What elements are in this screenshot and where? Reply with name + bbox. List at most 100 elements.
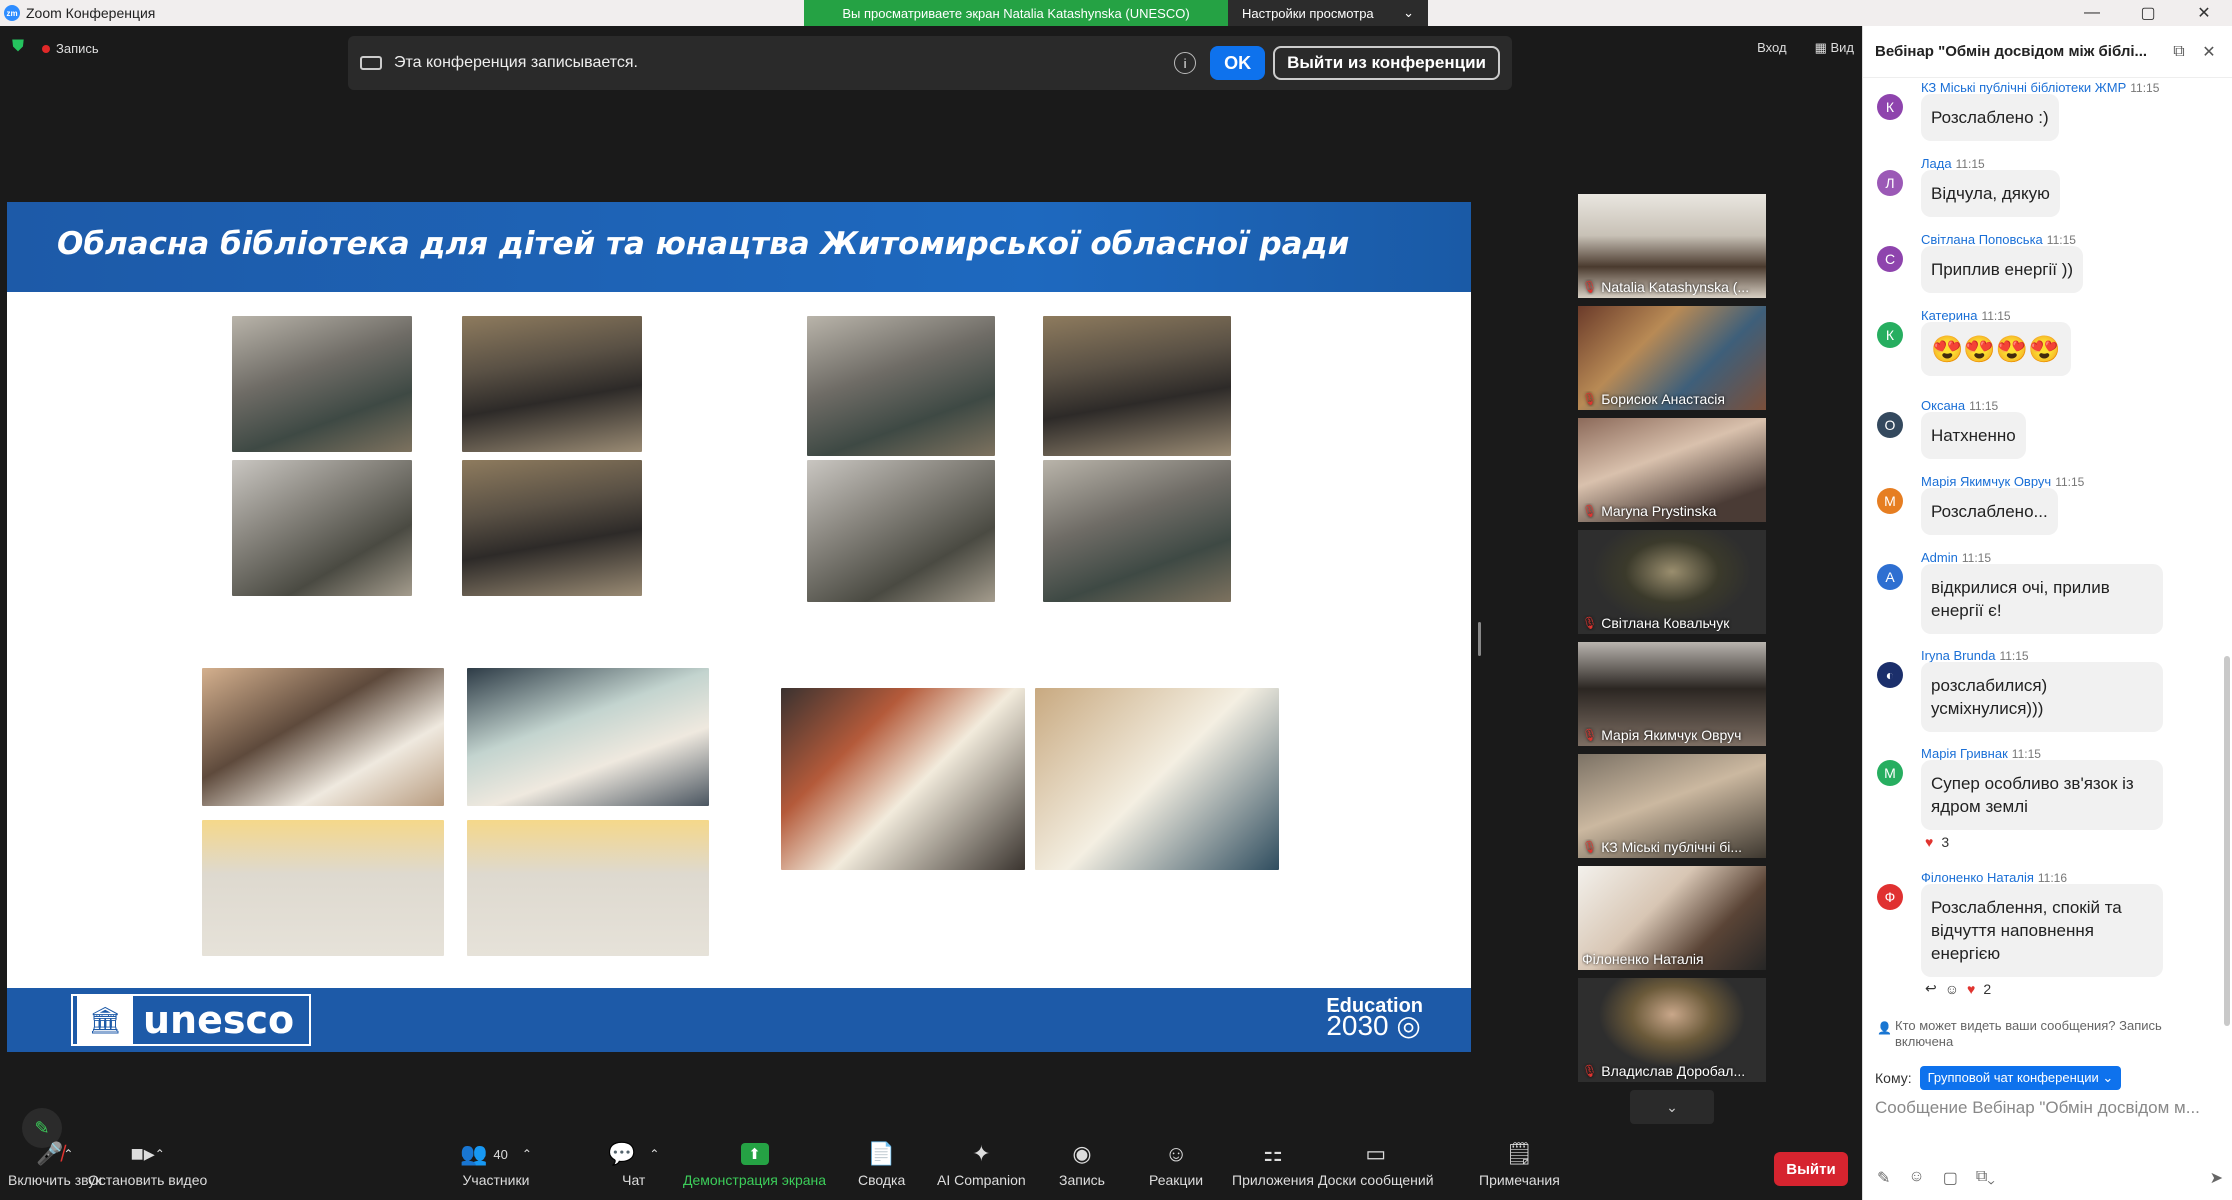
view-options-button[interactable]: Настройки просмотра ⌄ [1228,0,1428,26]
leave-button[interactable]: Выйти [1774,1152,1848,1186]
split-divider-handle[interactable] [1478,622,1481,656]
slide-photo [1035,688,1279,870]
sender-name[interactable]: КЗ Міські публічні бібліотеки ЖМР [1921,80,2126,95]
whiteboards-label: Доски сообщений [1318,1172,1434,1188]
emoji-icon[interactable]: ☺ [1908,1168,1924,1188]
gallery-scroll-down-button[interactable]: ⌄ [1630,1090,1714,1124]
notes-button[interactable]: 🗒 Примечания [1479,1138,1560,1188]
chat-label: Чат [622,1172,646,1188]
temple-icon: 🏛 [77,996,133,1044]
sender-name[interactable]: Марія Якимчук Овруч [1921,474,2051,489]
sender-line: Світлана Поповська 11:15 [1921,232,2076,247]
participant-tile[interactable]: 🎙 Борисюк Анастасія [1578,306,1766,410]
sender-name[interactable]: Admin [1921,550,1958,565]
sender-line: Iryna Brunda 11:15 [1921,648,2029,663]
maximize-button[interactable]: ▢ [2120,0,2176,26]
participant-tile[interactable]: 🎙 Maryna Prystinska [1578,418,1766,522]
smiley-add-icon: ☺ [1164,1141,1188,1166]
participant-tile[interactable]: 🎙 Марія Якимчук Овруч [1578,642,1766,746]
screenshot-icon[interactable]: ⧉⌄ [1976,1168,1995,1188]
participant-name: 🎙 Марія Якимчук Овруч [1582,727,1762,743]
participant-tile-active-speaker[interactable]: Філоненко Наталія [1578,866,1766,970]
sender-name[interactable]: Оксана [1921,398,1965,413]
title-bar: zm Zoom Конференция Вы просматриваете эк… [0,0,2232,26]
message-time: 11:15 [2055,475,2085,489]
window-controls: — ▢ ✕ [2064,0,2232,26]
message-time: 11:15 [2046,233,2076,247]
view-button[interactable]: ▦ Вид [1815,40,1854,56]
format-text-icon[interactable]: ✎ [1877,1168,1890,1188]
sender-name[interactable]: Лада [1921,156,1952,171]
add-reaction-icon[interactable]: ☺ [1945,981,1959,997]
slide-title: Обласна бібліотека для дітей та юнацтва … [57,226,1350,262]
recording-indicator[interactable]: Запись [42,41,99,56]
chat-panel: Вебінар "Обмін досвідом між біблі... ⧉ ✕… [1862,26,2232,1200]
enter-button[interactable]: Вход [1757,40,1786,56]
sender-line: КЗ Міські публічні бібліотеки ЖМР 11:15 [1921,80,2159,95]
message-time: 11:15 [2011,747,2041,761]
visibility-note[interactable]: 👤 Кто может видеть ваши сообщения? Запис… [1877,1018,2221,1050]
summary-button[interactable]: 📄 Сводка [858,1138,905,1188]
sparkle-icon: ✦ [972,1141,991,1166]
participant-name: 🎙 Світлана Ковальчук [1582,615,1762,631]
chat-button[interactable]: 💬 ⌃ Чат [608,1138,659,1188]
participant-tile[interactable]: 🎙 Світлана Ковальчук [1578,530,1766,634]
send-icon[interactable]: ➤ [2210,1168,2223,1188]
view-label: Вид [1830,40,1854,55]
sender-line: Катерина 11:15 [1921,308,2011,323]
apps-button[interactable]: ⚏ Приложения [1232,1138,1314,1188]
participants-icon: 👥 40 ⌃ [460,1141,532,1166]
participants-label: Участники [462,1172,530,1188]
participant-tile[interactable]: 🎙 Владислав Доробал... [1578,978,1766,1082]
pop-out-icon[interactable]: ⧉ [2168,43,2190,61]
share-screen-button[interactable]: ⬆ Демонстрация экрана [683,1138,826,1188]
slide-photo [202,668,444,806]
message-time: 11:15 [1955,157,1985,171]
summary-label: Сводка [858,1172,906,1188]
recipient-dropdown[interactable]: Групповой чат конференции ⌄ [1919,1066,2122,1090]
reaction-summary[interactable]: ♥ 3 [1925,834,1949,850]
message-bubble: Супер особливо зв'язок із ядром землі [1921,760,2163,830]
chat-tools: ✎ ☺ ▢ ⧉⌄ ➤ [1877,1168,2223,1188]
chat-scrollbar[interactable] [2224,656,2230,1026]
message-time: 11:15 [1999,649,2029,663]
info-icon[interactable]: i [1174,52,1197,74]
sender-name[interactable]: Філоненко Наталія [1921,870,2034,885]
record-button[interactable]: ◉ Запись [1059,1138,1105,1188]
ai-companion-button[interactable]: ✦ AI Companion [937,1138,1026,1188]
sender-name[interactable]: Катерина [1921,308,1977,323]
ok-button[interactable]: OK [1210,46,1266,80]
participant-name: 🎙 Maryna Prystinska [1582,503,1762,519]
slide-photo [202,820,444,956]
shield-icon[interactable]: ⛊ [12,38,30,58]
whiteboards-button[interactable]: ▭ Доски сообщений [1318,1138,1434,1188]
chat-input[interactable]: Сообщение Вебінар "Обмін досвідом м... [1875,1098,2223,1118]
participant-tile[interactable]: 🎙 КЗ Міські публічні бі... [1578,754,1766,858]
participants-button[interactable]: 👥 40 ⌃ Участники [460,1138,532,1188]
close-window-button[interactable]: ✕ [2176,0,2232,26]
sender-name[interactable]: Марія Гривнак [1921,746,2008,761]
reactions-button[interactable]: ☺ Реакции [1149,1138,1203,1188]
sender-line: Марія Якимчук Овруч 11:15 [1921,474,2084,489]
reaction-count: 2 [1983,980,1992,997]
participant-tile[interactable]: 🎙 Natalia Katashynska (... [1578,194,1766,298]
chat-messages: КЗ Міські публічні бібліотеки ЖМР 11:15 К… [1863,78,2232,1030]
notes-icon: 🗒 [1505,1141,1534,1166]
minimize-button[interactable]: — [2064,0,2120,26]
file-icon[interactable]: ▢ [1943,1168,1958,1188]
apps-label: Приложения [1232,1172,1314,1188]
message-bubble: Розслаблення, спокій та відчуття наповне… [1921,884,2163,977]
sender-name[interactable]: Світлана Поповська [1921,232,2043,247]
reply-icon[interactable]: ↩ [1925,980,1937,997]
slide-photo [232,316,412,452]
stop-video-button[interactable]: ■▸ ⌃ Остановить видео [88,1138,207,1188]
message-bubble: Відчула, дякую [1921,170,2060,217]
close-icon[interactable]: ✕ [2198,42,2220,62]
leave-meeting-button[interactable]: Выйти из конференции [1273,46,1500,80]
mic-muted-icon: 🎙 [1582,504,1598,518]
slide-photo [807,316,995,456]
sender-name[interactable]: Iryna Brunda [1921,648,1995,663]
zoom-window: zm Zoom Конференция Вы просматриваете эк… [0,0,2232,1200]
heart-icon[interactable]: ♥ [1967,981,1975,997]
participant-name: 🎙 Natalia Katashynska (... [1582,279,1762,295]
